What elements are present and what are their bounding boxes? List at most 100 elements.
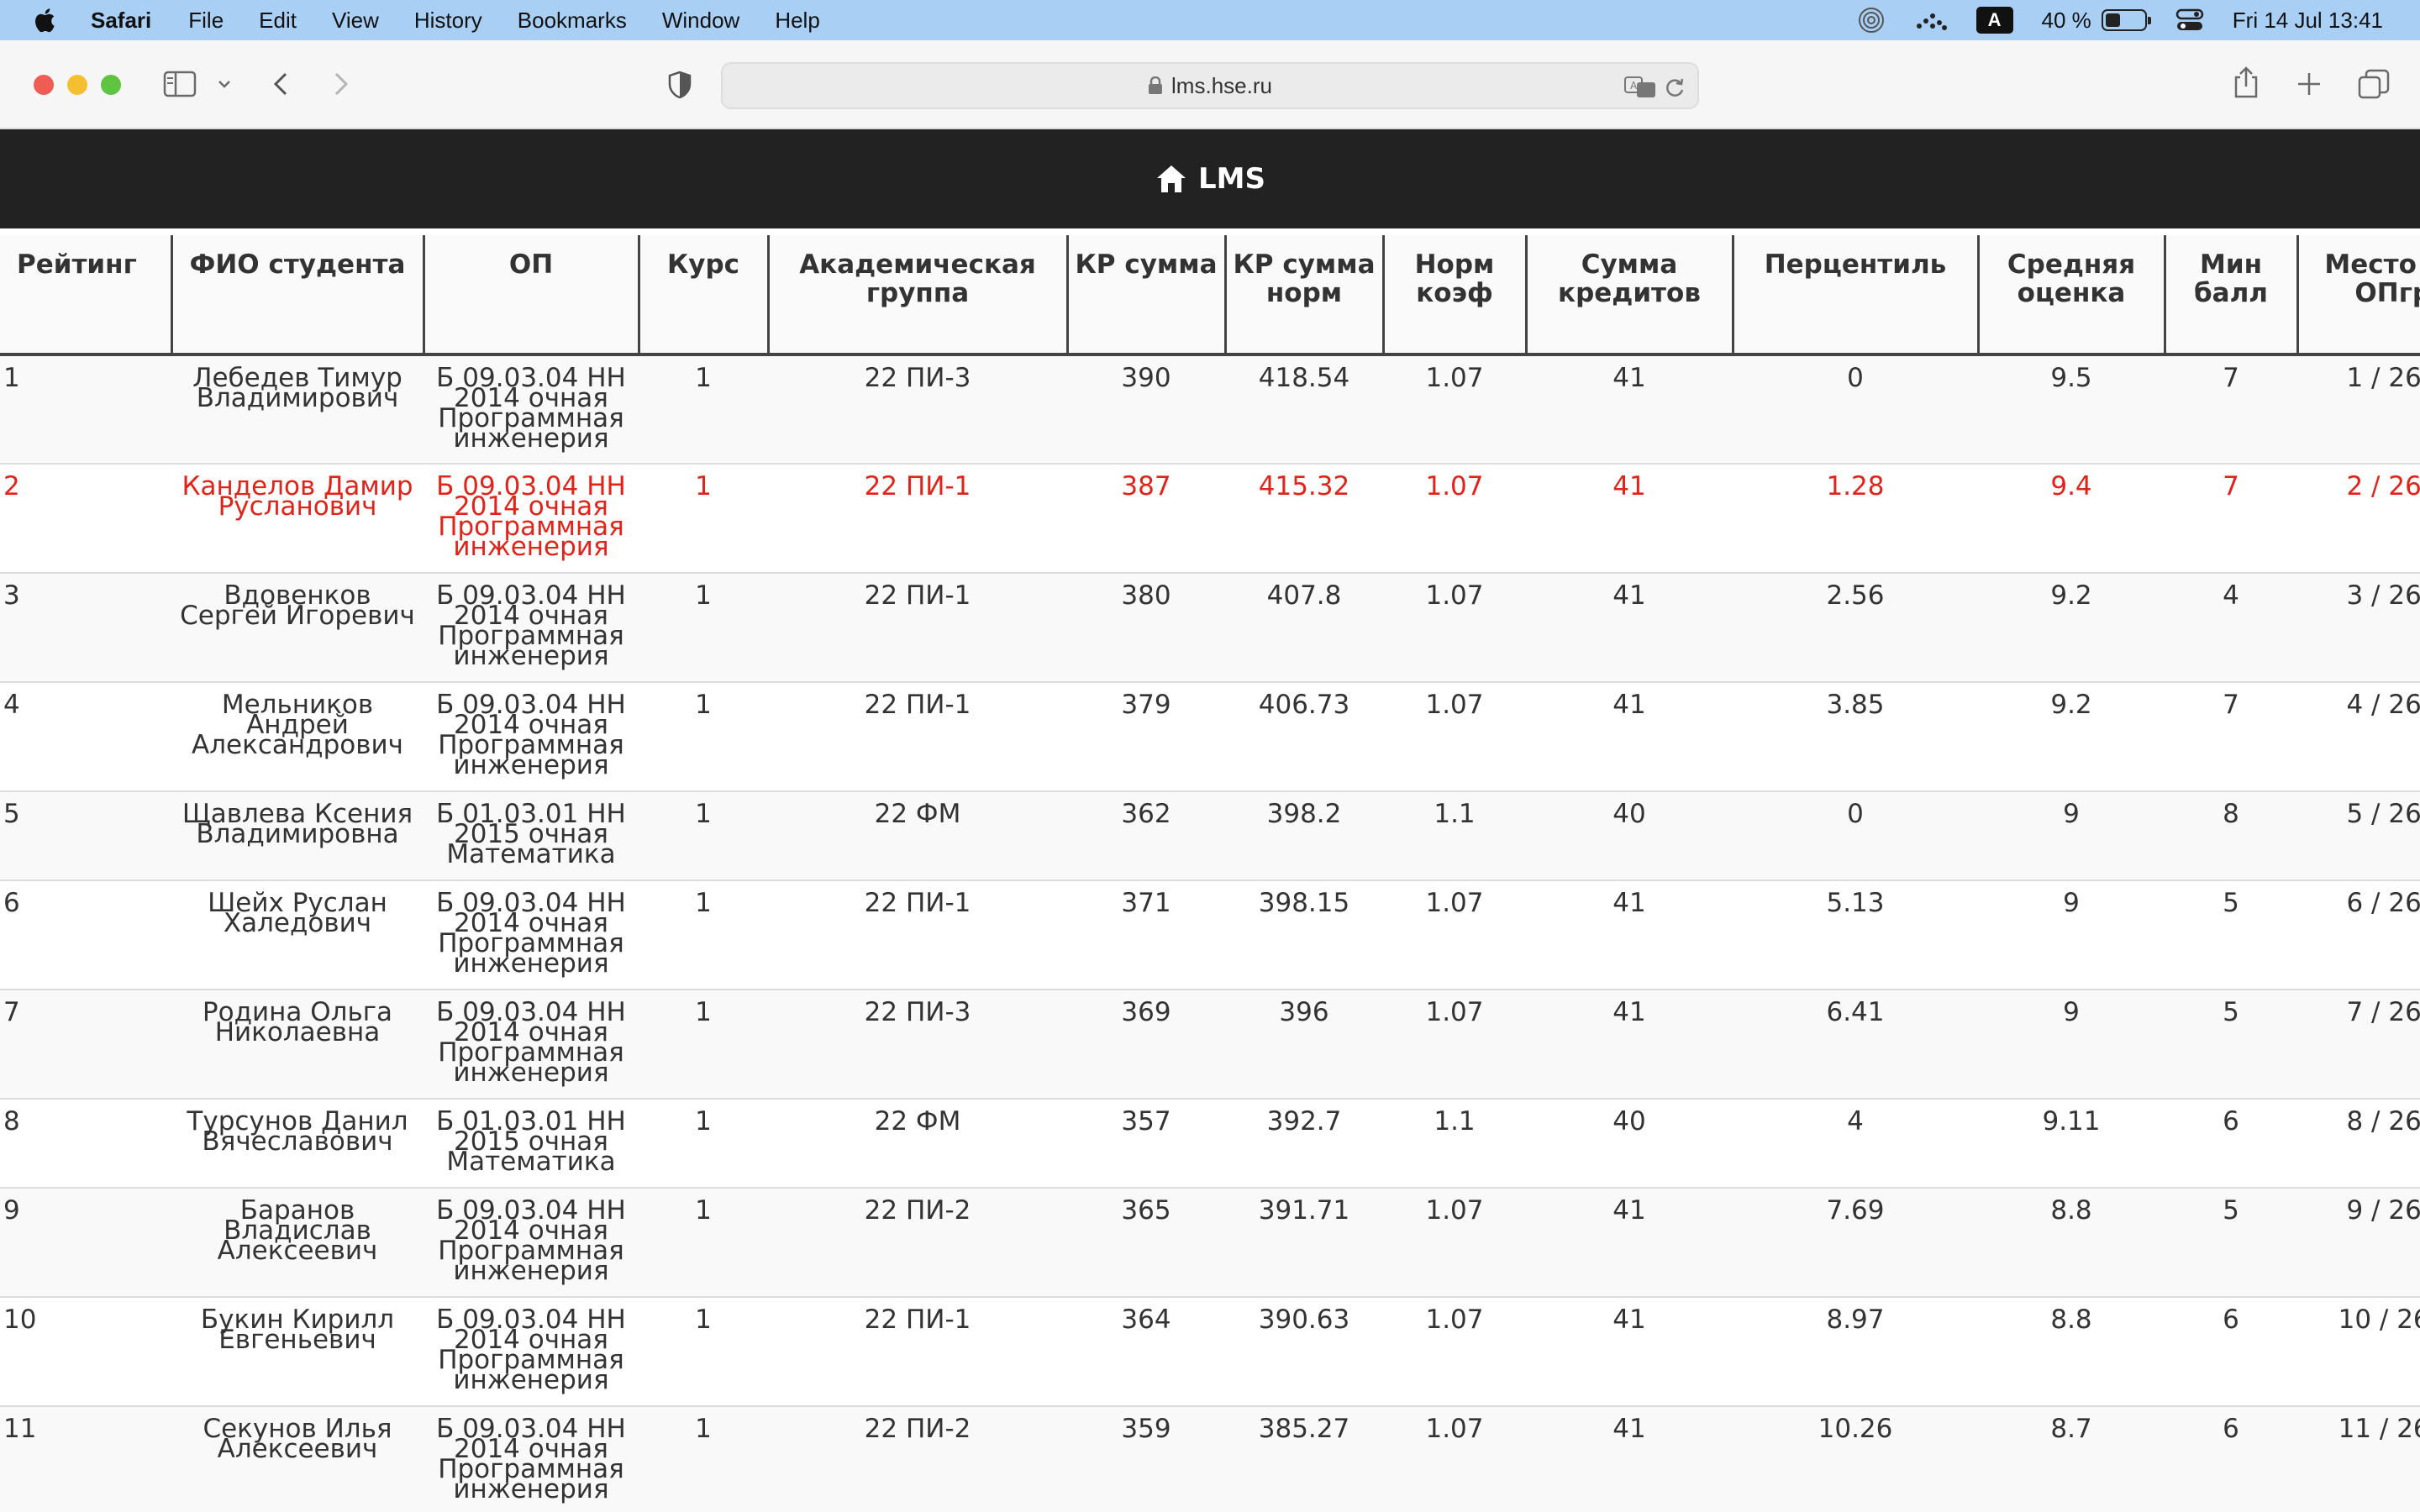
header-rating[interactable]: Рейтинг — [0, 235, 171, 356]
forward-icon[interactable] — [331, 71, 351, 97]
cell-name: Турсунов Данил Вячеславович — [171, 1098, 424, 1188]
menu-bar: Safari File Edit View History Bookmarks … — [0, 0, 2420, 40]
header-kr-sum[interactable]: КР сумма — [1065, 235, 1225, 356]
menu-edit[interactable]: Edit — [259, 8, 297, 34]
cell-program: Б 09.03.04 НН 2014 очная Программная инж… — [424, 1405, 639, 1512]
home-icon[interactable] — [1155, 163, 1188, 195]
cell-avg: 9.4 — [1978, 463, 2165, 573]
cell-place: 10 / 265 — [2297, 1296, 2420, 1406]
zoom-window-button[interactable] — [101, 75, 121, 95]
header-place[interactable]: Место на ОПгр — [2296, 235, 2420, 356]
cell-name: Канделов Дамир Русланович — [171, 463, 424, 573]
cell-kr-sum: 362 — [1067, 790, 1225, 880]
table-row: 3 Вдовенков Сергей Игоревич Б 09.03.04 НН … — [0, 572, 2420, 682]
cell-norm-coef: 1.07 — [1383, 879, 1526, 990]
header-min[interactable]: Мин балл — [2163, 235, 2297, 356]
cell-group: 22 ПИ-1 — [768, 879, 1067, 990]
input-source-badge[interactable]: A — [1975, 7, 2013, 34]
header-percentile[interactable]: Перцентиль — [1731, 235, 1978, 356]
cell-credits: 41 — [1526, 1296, 1733, 1406]
control-center-icon[interactable] — [2175, 8, 2204, 33]
table-row: 6 Шейх Руслан Халедович Б 09.03.04 НН 2014… — [0, 879, 2420, 990]
table-row: 11 Секунов Илья Алексеевич Б 09.03.04 НН 2… — [0, 1405, 2420, 1512]
menu-file[interactable]: File — [188, 8, 224, 34]
cell-kr-norm: 406.73 — [1225, 681, 1383, 791]
cell-min: 7 — [2165, 463, 2297, 573]
header-kr-norm[interactable]: КР сумма норм — [1223, 235, 1383, 356]
cell-rank: 6 — [0, 879, 171, 990]
cell-kr-norm: 407.8 — [1225, 572, 1383, 682]
share-icon[interactable] — [2232, 66, 2260, 99]
cell-group: 22 ПИ-3 — [768, 989, 1067, 1099]
cell-program: Б 09.03.04 НН 2014 очная Программная инж… — [424, 463, 639, 573]
menu-history[interactable]: History — [414, 8, 482, 34]
header-fio[interactable]: ФИО студента — [170, 235, 424, 356]
battery-fill — [2105, 13, 2121, 27]
rating-table: Рейтинг ФИО студента ОП Курс Академическая г… — [0, 235, 2420, 1512]
cell-avg: 9.11 — [1978, 1098, 2165, 1188]
menu-bookmarks[interactable]: Bookmarks — [518, 8, 627, 34]
cell-course: 1 — [639, 1405, 768, 1512]
close-window-button[interactable] — [34, 75, 54, 95]
table-row: 1 Лебедев Тимур Владимирович Б 09.03.04 НН… — [0, 354, 2420, 464]
cell-place: 7 / 265 — [2297, 989, 2420, 1099]
cell-name: Секунов Илья Алексеевич — [171, 1405, 424, 1512]
back-icon[interactable] — [271, 71, 291, 97]
menubar-clock[interactable]: Fri 14 Jul 13:41 — [2233, 8, 2383, 34]
menu-view[interactable]: View — [332, 8, 379, 34]
cell-place: 3 / 265 — [2297, 572, 2420, 682]
header-norm-coef[interactable]: Норм коэф — [1381, 235, 1526, 356]
cell-course: 1 — [639, 1098, 768, 1188]
translate-icon[interactable]: A — [1623, 76, 1657, 99]
battery-status[interactable]: 40 % — [2042, 8, 2151, 34]
cell-avg: 9 — [1978, 879, 2165, 990]
cell-avg: 9.5 — [1978, 354, 2165, 464]
menu-window[interactable]: Window — [662, 8, 739, 34]
minimize-window-button[interactable] — [67, 75, 87, 95]
header-credits[interactable]: Сумма кредитов — [1524, 235, 1733, 356]
cell-name: Шейх Руслан Халедович — [171, 879, 424, 990]
apple-icon[interactable] — [32, 6, 60, 34]
cell-name: Букин Кирилл Евгеньевич — [171, 1296, 424, 1406]
cell-min: 4 — [2165, 572, 2297, 682]
header-op[interactable]: ОП — [422, 235, 639, 356]
address-bar[interactable]: lms.hse.ru A — [721, 62, 1699, 109]
menu-app-name[interactable]: Safari — [91, 8, 151, 34]
sidebar-icon[interactable] — [163, 71, 197, 97]
header-avg[interactable]: Средняя оценка — [1976, 235, 2165, 356]
cell-rank: 2 — [0, 463, 171, 573]
table-row: 10 Букин Кирилл Евгеньевич Б 09.03.04 НН 2… — [0, 1296, 2420, 1406]
table-row: 2 Канделов Дамир Русланович Б 09.03.04 НН … — [0, 463, 2420, 573]
cell-percentile: 4 — [1733, 1098, 1978, 1188]
cell-kr-sum: 364 — [1067, 1296, 1225, 1406]
privacy-shield-icon[interactable] — [667, 71, 692, 99]
new-tab-icon[interactable] — [2296, 71, 2323, 97]
cell-kr-norm: 398.15 — [1225, 879, 1383, 990]
cell-kr-norm: 396 — [1225, 989, 1383, 1099]
cell-course: 1 — [639, 1296, 768, 1406]
header-course[interactable]: Курс — [637, 235, 768, 356]
cell-program: Б 09.03.04 НН 2014 очная Программная инж… — [424, 354, 639, 464]
chevron-down-icon[interactable] — [217, 79, 232, 89]
reload-icon[interactable] — [1664, 76, 1686, 99]
cell-percentile: 3.85 — [1733, 681, 1978, 791]
wifi-dots-icon[interactable] — [1914, 8, 1948, 33]
cell-credits: 40 — [1526, 1098, 1733, 1188]
lms-title[interactable]: LMS — [1198, 162, 1265, 196]
cell-avg: 9.2 — [1978, 572, 2165, 682]
cell-min: 5 — [2165, 1187, 2297, 1297]
header-group[interactable]: Академическая группа — [766, 235, 1067, 356]
cell-min: 7 — [2165, 681, 2297, 791]
cell-percentile: 10.26 — [1733, 1405, 1978, 1512]
cell-percentile: 8.97 — [1733, 1296, 1978, 1406]
tab-overview-icon[interactable] — [2358, 69, 2390, 99]
menu-help[interactable]: Help — [775, 8, 819, 34]
cell-norm-coef: 1.07 — [1383, 1405, 1526, 1512]
rating-table-container[interactable]: Рейтинг ФИО студента ОП Курс Академическая г… — [0, 235, 2420, 1512]
cell-percentile: 0 — [1733, 790, 1978, 880]
cell-kr-norm: 391.71 — [1225, 1187, 1383, 1297]
cell-min: 8 — [2165, 790, 2297, 880]
cell-course: 1 — [639, 463, 768, 573]
airdrop-icon[interactable] — [1857, 6, 1886, 34]
cell-credits: 41 — [1526, 879, 1733, 990]
